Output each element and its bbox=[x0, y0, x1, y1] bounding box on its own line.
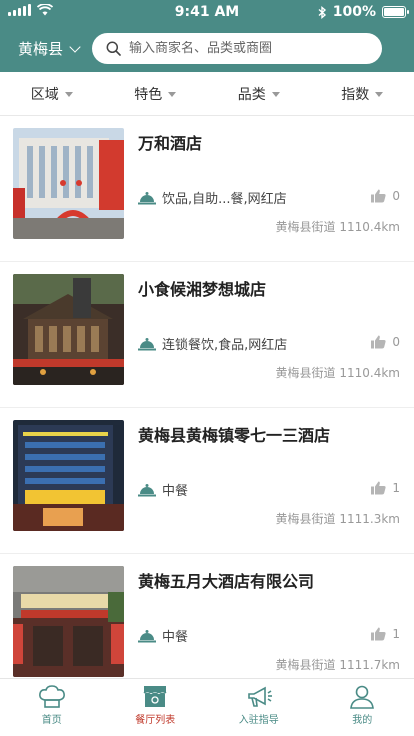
chevron-down-icon bbox=[69, 40, 81, 53]
restaurant-photo bbox=[13, 420, 124, 531]
filter-area[interactable]: 区域 bbox=[0, 72, 104, 115]
thumbs-up-icon bbox=[371, 481, 386, 495]
like-button[interactable]: 0 bbox=[371, 189, 400, 203]
status-right: 100% bbox=[318, 4, 409, 20]
tab-label: 入驻指导 bbox=[238, 715, 279, 726]
category-text: 中餐 bbox=[162, 484, 189, 499]
restaurant-photo bbox=[13, 274, 124, 385]
tab-label: 首页 bbox=[41, 715, 62, 726]
megaphone-icon bbox=[247, 686, 272, 707]
restaurant-location: 黄梅县街道 1111.3km bbox=[275, 512, 400, 526]
thumbs-up-icon bbox=[371, 189, 386, 203]
restaurant-location: 黄梅县街道 1110.4km bbox=[275, 220, 400, 234]
tab-guide[interactable]: 入驻指导 bbox=[207, 679, 311, 736]
search-box[interactable] bbox=[92, 33, 382, 64]
chef-hat-icon bbox=[38, 685, 65, 708]
restaurant-list: 万和酒店 饮品,自助...餐,网红店 0 黄梅县街道 1110.4km 小食候湘… bbox=[0, 116, 414, 678]
dish-icon bbox=[138, 191, 156, 204]
status-bar: 9:41 AM 100% bbox=[0, 0, 414, 24]
caret-down-icon bbox=[168, 91, 177, 97]
restaurant-item[interactable]: 黄梅县黄梅镇零七一三酒店 中餐 1 黄梅县街道 1111.3km bbox=[0, 408, 414, 554]
tab-home[interactable]: 首页 bbox=[0, 679, 104, 736]
filter-label: 指数 bbox=[341, 86, 370, 103]
bluetooth-icon bbox=[318, 5, 326, 19]
restaurant-item[interactable]: 万和酒店 饮品,自助...餐,网红店 0 黄梅县街道 1110.4km bbox=[0, 116, 414, 262]
search-icon bbox=[106, 41, 121, 56]
filter-label: 特色 bbox=[134, 86, 163, 103]
filter-category[interactable]: 品类 bbox=[207, 72, 311, 115]
tab-restaurant-list[interactable]: 餐厅列表 bbox=[104, 679, 208, 736]
restaurant-name: 万和酒店 bbox=[138, 134, 203, 153]
like-count: 0 bbox=[392, 335, 400, 349]
tab-profile[interactable]: 我的 bbox=[311, 679, 414, 736]
like-count: 1 bbox=[392, 481, 400, 495]
category-text: 饮品,自助...餐,网红店 bbox=[162, 192, 287, 207]
restaurant-name: 黄梅县黄梅镇零七一三酒店 bbox=[138, 426, 331, 445]
category-text: 连锁餐饮,食品,网红店 bbox=[162, 338, 288, 353]
restaurant-category: 连锁餐饮,食品,网红店 bbox=[138, 334, 287, 353]
like-count: 0 bbox=[392, 189, 400, 203]
filter-label: 区域 bbox=[30, 86, 59, 103]
search-input[interactable] bbox=[129, 41, 369, 56]
restaurant-item[interactable]: 黄梅五月大酒店有限公司 中餐 1 黄梅县街道 1111.7km bbox=[0, 554, 414, 678]
caret-down-icon bbox=[271, 91, 280, 97]
caret-down-icon bbox=[64, 91, 73, 97]
filter-label: 品类 bbox=[237, 86, 266, 103]
category-text: 中餐 bbox=[162, 630, 189, 645]
like-button[interactable]: 1 bbox=[371, 627, 400, 641]
thumbs-up-icon bbox=[371, 335, 386, 349]
app-screen: 9:41 AM 100% 黄梅县 区域 特色 bbox=[0, 0, 414, 736]
like-count: 1 bbox=[392, 627, 400, 641]
restaurant-name: 黄梅五月大酒店有限公司 bbox=[138, 572, 315, 591]
restaurant-category: 饮品,自助...餐,网红店 bbox=[138, 188, 287, 207]
restaurant-category: 中餐 bbox=[138, 480, 188, 499]
restaurant-location: 黄梅县街道 1111.7km bbox=[275, 658, 400, 672]
restaurant-item[interactable]: 小食候湘梦想城店 连锁餐饮,食品,网红店 0 黄梅县街道 1110.4km bbox=[0, 262, 414, 408]
battery-icon bbox=[382, 6, 409, 18]
battery-percent: 100% bbox=[332, 4, 376, 20]
dish-icon bbox=[138, 337, 156, 350]
restaurant-photo bbox=[13, 566, 124, 677]
restaurant-name: 小食候湘梦想城店 bbox=[138, 280, 267, 299]
city-selector[interactable]: 黄梅县 bbox=[18, 38, 81, 59]
like-button[interactable]: 0 bbox=[371, 335, 400, 349]
user-icon bbox=[350, 685, 375, 709]
top-header: 黄梅县 bbox=[0, 24, 414, 72]
dish-icon bbox=[138, 629, 156, 642]
restaurant-location: 黄梅县街道 1110.4km bbox=[275, 366, 400, 380]
restaurant-icon bbox=[143, 686, 167, 707]
tab-label: 我的 bbox=[352, 715, 373, 726]
city-label: 黄梅县 bbox=[18, 40, 64, 58]
caret-down-icon bbox=[375, 91, 384, 97]
bottom-tab-bar: 首页 餐厅列表 入驻指导 我的 bbox=[0, 678, 414, 736]
dish-icon bbox=[138, 483, 156, 496]
thumbs-up-icon bbox=[371, 627, 386, 641]
like-button[interactable]: 1 bbox=[371, 481, 400, 495]
tab-label: 餐厅列表 bbox=[135, 715, 176, 726]
filter-bar: 区域 特色 品类 指数 bbox=[0, 72, 414, 116]
filter-index[interactable]: 指数 bbox=[311, 72, 414, 115]
filter-feature[interactable]: 特色 bbox=[104, 72, 208, 115]
restaurant-photo bbox=[13, 128, 124, 239]
restaurant-category: 中餐 bbox=[138, 626, 188, 645]
